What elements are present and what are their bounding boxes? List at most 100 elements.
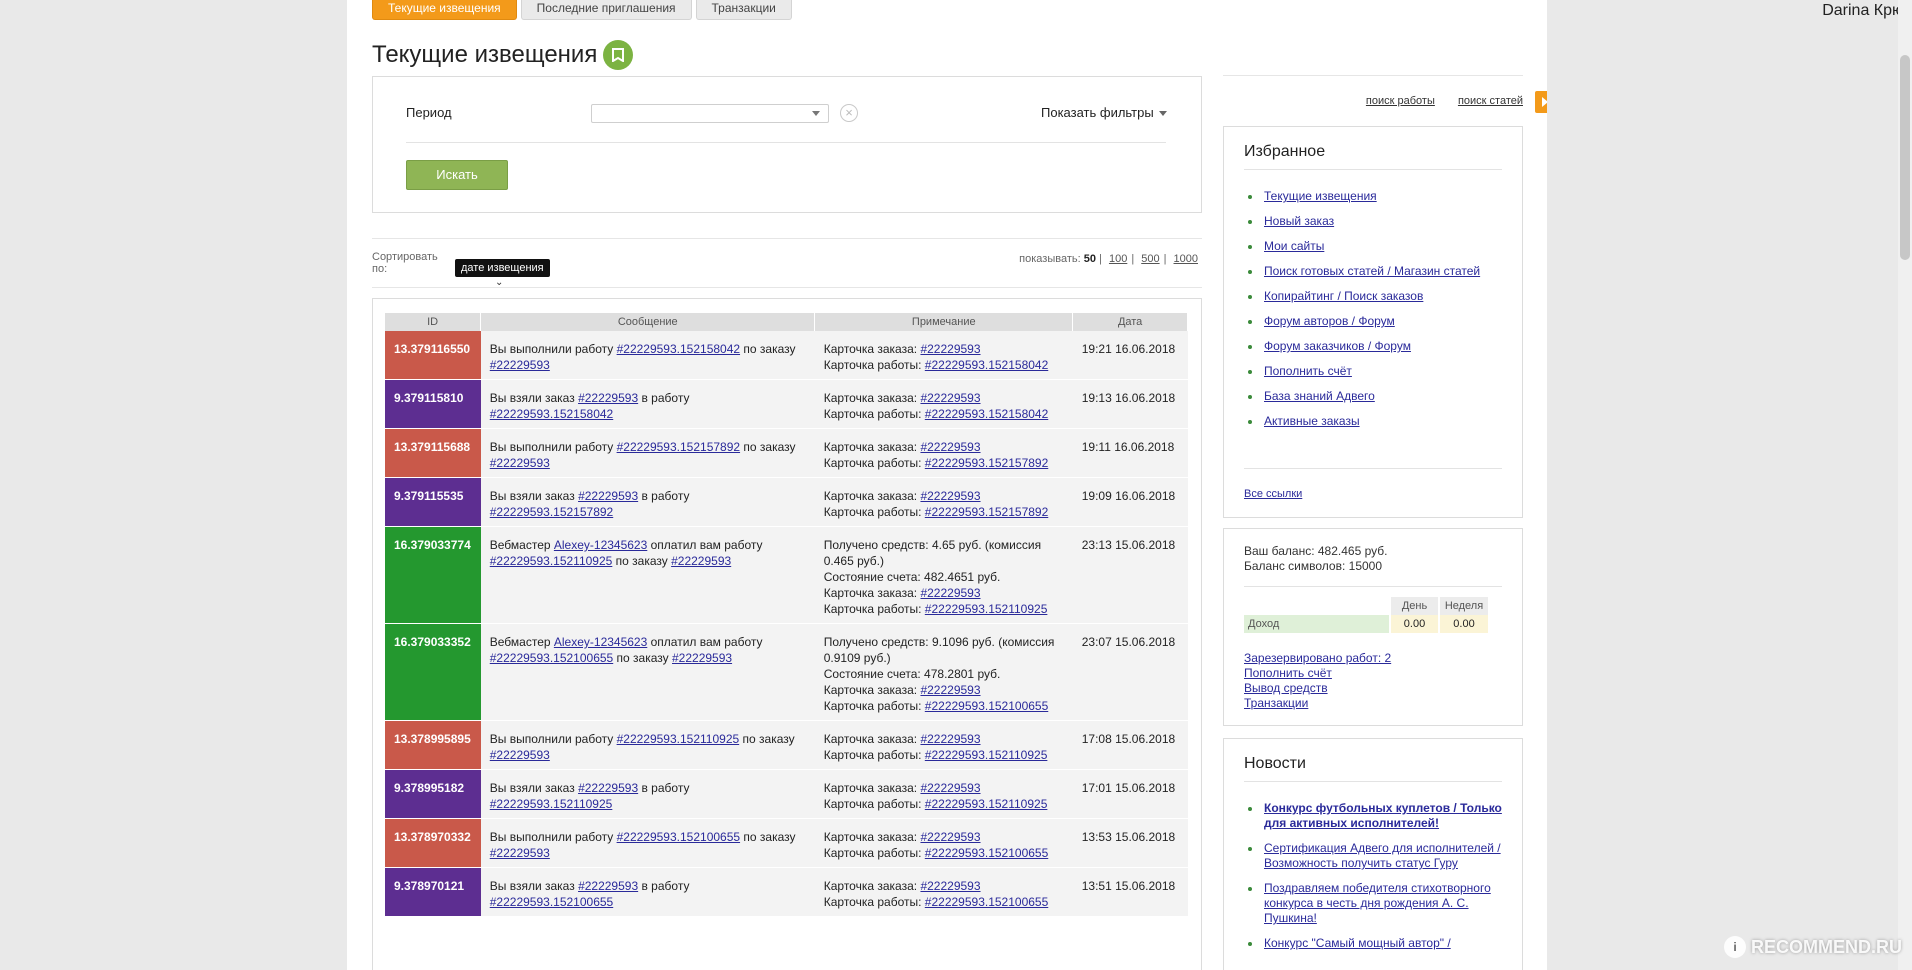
order-link[interactable]: #22229593 xyxy=(490,748,550,762)
order-link[interactable]: #22229593 xyxy=(920,781,980,795)
top-up-link[interactable]: Пополнить счёт xyxy=(1244,666,1332,680)
order-link[interactable]: #22229593.152158042 xyxy=(925,407,1048,421)
note-line: Карточка работы: #22229593.152158042 xyxy=(824,406,1063,422)
order-link[interactable]: #22229593 xyxy=(920,586,980,600)
favorite-link[interactable]: База знаний Адвего xyxy=(1264,389,1375,403)
divider xyxy=(1244,468,1502,469)
news-panel: Новости Конкурс футбольных куплетов / То… xyxy=(1223,738,1523,970)
user-name[interactable]: Darina Крю xyxy=(1822,2,1904,20)
order-link[interactable]: #22229593 xyxy=(578,781,638,795)
bookmark-icon[interactable] xyxy=(603,40,634,70)
message-text: Вы выполнили работу xyxy=(489,342,617,356)
reserved-works-link[interactable]: Зарезервировано работ: 2 xyxy=(1244,651,1391,665)
order-link[interactable]: #22229593 xyxy=(920,489,980,503)
divider xyxy=(406,142,1166,143)
find-work-link[interactable]: поиск работы xyxy=(1366,95,1435,107)
order-link[interactable]: #22229593 xyxy=(671,554,731,568)
favorite-link[interactable]: Мои сайты xyxy=(1264,239,1324,253)
header-date[interactable]: Дата xyxy=(1072,313,1188,331)
order-link[interactable]: #22229593.152157892 xyxy=(925,456,1048,470)
order-link[interactable]: #22229593 xyxy=(920,440,980,454)
news-link[interactable]: Конкурс "Самый мощный автор" / xyxy=(1264,936,1451,950)
show-filters-toggle[interactable]: Показать фильтры xyxy=(1041,105,1167,120)
header-note[interactable]: Примечание xyxy=(814,313,1074,331)
order-link[interactable]: #22229593 xyxy=(920,830,980,844)
order-link[interactable]: #22229593.152110925 xyxy=(925,602,1048,616)
order-link[interactable]: #22229593 xyxy=(920,683,980,697)
collapse-arrow-icon[interactable] xyxy=(1535,91,1547,113)
favorite-link[interactable]: Активные заказы xyxy=(1264,414,1360,428)
order-link[interactable]: #22229593 xyxy=(490,456,550,470)
favorite-link[interactable]: Поиск готовых статей / Магазин статей xyxy=(1264,264,1480,278)
order-link[interactable]: #22229593.152100655 xyxy=(490,895,613,909)
table-body: 13.379116550 Вы выполнили работу #2222959… xyxy=(385,331,1188,917)
page-size-1000[interactable]: 1000 xyxy=(1174,253,1198,265)
header-id[interactable]: ID xyxy=(385,313,482,331)
order-link[interactable]: #22229593 xyxy=(490,358,550,372)
order-link[interactable]: #22229593 xyxy=(920,342,980,356)
message-cell: Вы выполнили работу #22229593.152157892 … xyxy=(480,428,815,478)
sort-select[interactable]: дате извещения xyxy=(455,259,550,277)
transactions-link[interactable]: Транзакции xyxy=(1244,696,1308,710)
notifications-table: ID Сообщение Примечание Дата 13.37911655… xyxy=(385,313,1188,917)
order-link[interactable]: Alexey-12345623 xyxy=(554,635,647,649)
order-link[interactable]: #22229593.152100655 xyxy=(617,830,740,844)
order-link[interactable]: #22229593.152157892 xyxy=(925,505,1048,519)
order-link[interactable]: #22229593 xyxy=(672,651,732,665)
page-size-500[interactable]: 500 xyxy=(1141,253,1159,265)
notification-id: 16.379033352 xyxy=(385,623,481,721)
date-cell: 13:51 15.06.2018 xyxy=(1072,867,1188,917)
message-text: Карточка заказа: xyxy=(823,830,921,844)
order-link[interactable]: #22229593 xyxy=(920,732,980,746)
scrollbar[interactable] xyxy=(1898,0,1912,970)
order-link[interactable]: #22229593.152110925 xyxy=(925,748,1048,762)
order-link[interactable]: #22229593.152100655 xyxy=(490,651,613,665)
news-link[interactable]: Сертификация Адвего для исполнителей / В… xyxy=(1264,841,1501,870)
order-link[interactable]: #22229593 xyxy=(578,879,638,893)
favorite-link[interactable]: Пополнить счёт xyxy=(1264,364,1352,378)
order-link[interactable]: #22229593.152100655 xyxy=(925,895,1048,909)
note-cell: Карточка заказа: #22229593 Карточка работ… xyxy=(814,769,1073,819)
order-link[interactable]: Alexey-12345623 xyxy=(554,538,647,552)
favorite-link[interactable]: Текущие извещения xyxy=(1264,189,1377,203)
find-articles-link[interactable]: поиск статей xyxy=(1458,95,1523,107)
header-message[interactable]: Сообщение xyxy=(480,313,816,331)
page-size-100[interactable]: 100 xyxy=(1109,253,1127,265)
income-week: 0.00 xyxy=(1438,615,1488,633)
order-link[interactable]: #22229593.152110925 xyxy=(925,797,1048,811)
news-link[interactable]: Поздравляем победителя стихотворного кон… xyxy=(1264,881,1491,925)
message-text: по заказу xyxy=(740,342,796,356)
order-link[interactable]: #22229593.152110925 xyxy=(617,732,740,746)
order-link[interactable]: #22229593 xyxy=(578,391,638,405)
balance-amount: Ваш баланс: 482.465 руб. xyxy=(1244,544,1388,558)
order-link[interactable]: #22229593.152100655 xyxy=(925,699,1048,713)
news-link[interactable]: Конкурс футбольных куплетов / Только для… xyxy=(1264,801,1502,830)
withdraw-link[interactable]: Вывод средств xyxy=(1244,681,1328,695)
order-link[interactable]: #22229593 xyxy=(920,879,980,893)
message-cell: Вы взяли заказ #22229593 в работу #22229… xyxy=(480,379,815,429)
order-link[interactable]: #22229593 xyxy=(490,846,550,860)
order-link[interactable]: #22229593.152100655 xyxy=(925,846,1048,860)
clear-icon[interactable]: × xyxy=(840,104,858,122)
order-link[interactable]: #22229593.152158042 xyxy=(617,342,740,356)
order-link[interactable]: #22229593.152158042 xyxy=(925,358,1048,372)
order-link[interactable]: #22229593.152158042 xyxy=(490,407,613,421)
order-link[interactable]: #22229593 xyxy=(920,391,980,405)
scrollbar-thumb[interactable] xyxy=(1900,55,1910,260)
favorite-link[interactable]: Форум авторов / Форум xyxy=(1264,314,1395,328)
order-link[interactable]: #22229593.152157892 xyxy=(490,505,613,519)
tab-current-notifications[interactable]: Текущие извещения xyxy=(372,0,517,20)
period-select[interactable] xyxy=(591,104,829,123)
all-links-link[interactable]: Все ссылки xyxy=(1244,488,1302,500)
order-link[interactable]: #22229593.152110925 xyxy=(490,554,613,568)
tab-transactions[interactable]: Транзакции xyxy=(695,0,792,20)
order-link[interactable]: #22229593 xyxy=(578,489,638,503)
order-link[interactable]: #22229593.152110925 xyxy=(490,797,613,811)
order-link[interactable]: #22229593.152157892 xyxy=(617,440,740,454)
search-button[interactable]: Искать xyxy=(406,160,508,190)
favorite-link[interactable]: Форум заказчиков / Форум xyxy=(1264,339,1411,353)
favorite-link[interactable]: Копирайтинг / Поиск заказов xyxy=(1264,289,1423,303)
message-text: Получено средств: 9.1096 руб. (комиссия … xyxy=(823,635,1055,665)
favorite-link[interactable]: Новый заказ xyxy=(1264,214,1334,228)
tab-recent-invitations[interactable]: Последние приглашения xyxy=(520,0,692,20)
